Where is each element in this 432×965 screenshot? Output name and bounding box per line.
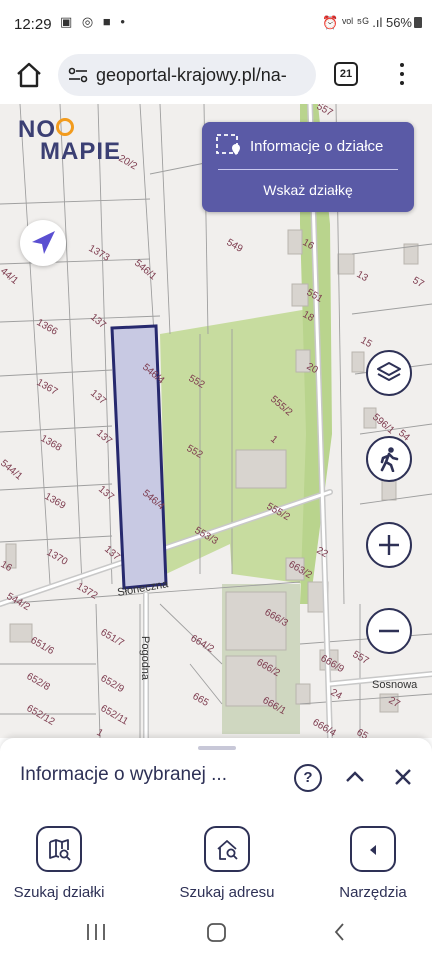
sheet-title[interactable]: Informacje o wybranej ... (20, 764, 227, 786)
parcel-number-label: 1368 (39, 433, 64, 454)
parcel-number-label: 652/11 (99, 703, 131, 728)
system-navigation-bar (0, 912, 432, 960)
street-label-sosnowa: Sosnowa (372, 679, 418, 691)
home-search-icon (217, 840, 238, 860)
parcel-number-label: 549 (225, 237, 245, 255)
parcel-number-label: 665 (191, 691, 211, 709)
parcel-number-label: 557 (351, 649, 371, 667)
parcel-number-label: 651/7 (99, 627, 127, 649)
recent-apps-icon[interactable] (87, 924, 105, 940)
battery-icon (414, 17, 422, 28)
parcel-number-label: 57 (411, 275, 427, 290)
navigation-arrow-icon (32, 231, 55, 254)
status-bar: 12:29 ▣ ◎ ■ • ⏰ ᵛᵒˡ ⁵ᴳ .ıl 56% (0, 0, 432, 48)
parcel-number-label: 137 (88, 388, 108, 407)
close-icon[interactable] (392, 766, 414, 788)
parcel-number-label: 1372 (75, 581, 100, 602)
parcel-number-label: 44/1 (0, 266, 20, 287)
notification-icons: ▣ ◎ ■ • (60, 14, 128, 29)
pedestrian-mode-button[interactable] (366, 436, 412, 482)
parcel-number-label: 666/4 (311, 717, 339, 738)
parcel-info-panel[interactable]: Informacje o działce Wskaż działkę (202, 122, 414, 212)
chevron-left-icon (370, 845, 376, 855)
street-label-pogodna: Pogodna (139, 636, 151, 681)
search-parcel-label: Szukaj działki (13, 884, 105, 901)
parcel-number-label: 137 (88, 312, 108, 331)
parcel-number-label: 1369 (43, 491, 68, 512)
browser-menu-icon[interactable] (396, 60, 408, 90)
parcel-number-label: 652/8 (25, 671, 53, 693)
chevron-up-icon[interactable] (344, 766, 366, 788)
select-parcel-button[interactable]: Wskaż działkę (202, 182, 414, 198)
selected-parcel[interactable] (110, 324, 168, 590)
parcel-info-sheet[interactable]: Informacje o wybranej ... ? (0, 738, 432, 816)
parcel-number-label: 1370 (45, 547, 70, 568)
logo-text-line2: MAPIE (40, 138, 122, 165)
tools-icon-box (350, 826, 396, 872)
search-address-label: Szukaj adresu (179, 884, 275, 901)
browser-toolbar: geoportal-krajowy.pl/na- 21 (0, 48, 432, 104)
parcel-number-label: 652/9 (99, 673, 127, 695)
parcel-number-label: 651/6 (29, 635, 57, 657)
parcel-select-icon (216, 134, 240, 155)
site-settings-icon[interactable] (68, 67, 88, 83)
map-search-icon (49, 839, 71, 861)
info-panel-divider (218, 169, 398, 170)
parcel-number-label: 137 (96, 484, 116, 503)
back-nav-icon[interactable] (334, 923, 344, 941)
system-nav-icons (87, 923, 344, 942)
parcel-number-label: 544/1 (0, 458, 25, 483)
url-bar[interactable]: geoportal-krajowy.pl/na- (58, 54, 316, 96)
tools-button[interactable]: Narzędzia (314, 826, 432, 906)
tab-switcher-button[interactable]: 21 (334, 62, 358, 86)
parcel-number-label: 137 (94, 428, 114, 447)
sheet-drag-handle[interactable] (198, 746, 236, 750)
status-indicators: ⏰ ᵛᵒˡ ⁵ᴳ .ıl 56% (322, 15, 412, 30)
logo-dot (56, 118, 74, 136)
plus-icon (379, 535, 399, 555)
parcel-number-label: 13 (355, 269, 371, 284)
minus-icon (379, 629, 399, 633)
info-panel-title: Informacje o działce (250, 138, 384, 155)
parcel-number-label: 65 (355, 727, 371, 738)
home-icon[interactable] (14, 60, 44, 90)
status-time: 12:29 (14, 16, 52, 33)
parcel-number-label: 664/2 (189, 633, 217, 655)
search-parcel-icon-box (36, 826, 82, 872)
walking-person-icon (380, 447, 399, 472)
search-address-button[interactable]: Szukaj adresu (168, 826, 288, 906)
help-icon[interactable]: ? (294, 764, 322, 792)
url-text: geoportal-krajowy.pl/na- (96, 65, 287, 85)
parcel-number-label: 652/12 (25, 703, 57, 728)
map-view[interactable]: 557 20/2 1373 546/1 549 16 551 18 13 57 44/1 1366 13… (0, 104, 432, 738)
status-right: ⏰ ᵛᵒˡ ⁵ᴳ .ıl 56% (322, 15, 422, 31)
parcel-number-label: 1 (95, 727, 106, 738)
parcel-number-label: 546/1 (132, 258, 159, 283)
zoom-in-button[interactable] (366, 522, 412, 568)
parcel-number-label: 15 (359, 335, 375, 350)
tools-label: Narzędzia (339, 884, 407, 901)
search-parcel-button[interactable]: Szukaj działki (0, 826, 120, 906)
search-address-icon-box (204, 826, 250, 872)
compass-button[interactable] (20, 220, 66, 266)
zoom-out-button[interactable] (366, 608, 412, 654)
bottom-toolbar: Szukaj działki Szukaj adresu Narzędzia (0, 816, 432, 912)
layers-button[interactable] (366, 350, 412, 396)
layers-icon (377, 362, 401, 381)
home-nav-icon[interactable] (207, 923, 226, 942)
